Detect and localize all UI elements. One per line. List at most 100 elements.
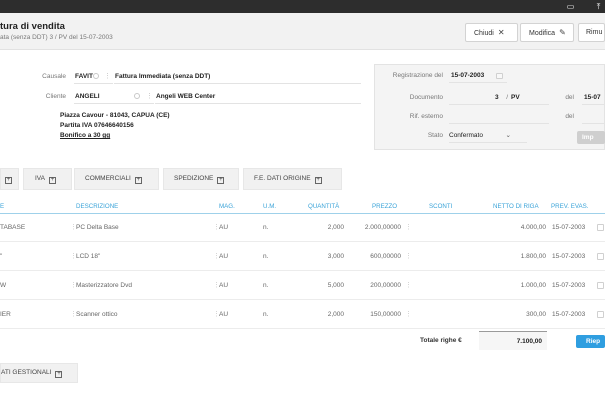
cell-mag: AU <box>219 253 229 260</box>
close-button-label: Chiudi <box>474 30 494 37</box>
search-icon[interactable] <box>93 73 99 79</box>
cliente-code[interactable]: ANGELI <box>75 93 100 100</box>
document-panel: Registrazione del 15-07-2003 Documento 3… <box>374 64 605 150</box>
registrazione-date[interactable]: 15-07-2003 <box>451 72 484 79</box>
cell-um: n. <box>263 224 269 231</box>
column-descrizione[interactable]: DESCRIZIONE <box>76 203 118 210</box>
tab-commerciali-label: COMMERCIALI <box>85 175 131 182</box>
cell-prezzo: 2.000,00000 <box>364 224 401 231</box>
table-row[interactable]: IER ⋮ Scanner ottico ⋮ AU n. 2,000 150,0… <box>0 301 605 329</box>
tab-spedizione-label: SPEDIZIONE <box>174 175 214 182</box>
imp-button[interactable]: Imp <box>577 131 605 144</box>
table-row[interactable]: TABASE ⋮ PC Delta Base ⋮ AU n. 2,000 2.0… <box>0 214 605 242</box>
documento-del-label: del <box>565 94 574 101</box>
cell-um: n. <box>263 282 269 289</box>
column-quantita[interactable]: QUANTITÀ <box>308 203 339 210</box>
plus-icon: + <box>55 371 63 378</box>
cell-separator: ⋮ <box>405 282 412 289</box>
calendar-icon[interactable] <box>597 253 604 260</box>
plus-icon: + <box>217 177 225 184</box>
column-mag[interactable]: MAG. <box>219 203 235 210</box>
tab-iva[interactable]: IVA + <box>23 168 72 190</box>
window-icon[interactable]: ▭ <box>566 2 575 11</box>
cell-quantita: 2,000 <box>327 311 344 318</box>
tab-commerciali[interactable]: COMMERCIALI + <box>74 168 159 190</box>
close-icon: ✕ <box>497 28 505 37</box>
total-label: Totale righe € <box>420 337 462 344</box>
vat-number: Partita IVA 07646640156 <box>60 122 134 129</box>
edit-button[interactable]: Modifica ✎ <box>520 23 574 42</box>
plus-icon: + <box>314 177 322 184</box>
cell-um: n. <box>263 311 269 318</box>
rif-esterno-field[interactable] <box>449 123 549 124</box>
plus-icon: + <box>49 177 56 184</box>
calendar-icon[interactable] <box>597 282 604 289</box>
rif-esterno-label: Rif. esterno <box>409 113 443 120</box>
causale-desc-underline <box>114 83 361 84</box>
column-sconti[interactable]: SCONTI <box>429 203 452 210</box>
page-title: tura di vendita <box>0 21 65 32</box>
rif-del-label: del <box>565 113 574 120</box>
column-netto[interactable]: NETTO DI RIGA <box>493 203 539 210</box>
calendar-icon[interactable] <box>597 311 604 318</box>
table-row[interactable]: W ⋮ Masterizzatore Dvd ⋮ AU n. 5,000 200… <box>0 272 605 300</box>
cell-mag: AU <box>219 311 229 318</box>
stato-label: Stato <box>427 132 443 139</box>
total-value: 7.100,00 <box>479 331 547 350</box>
cell-quantita: 5,000 <box>327 282 344 289</box>
chevron-down-icon[interactable]: ⌄ <box>503 131 511 139</box>
cell-netto: 1.000,00 <box>520 282 546 289</box>
dati-gestionali-label: ATI GESTIONALI <box>1 369 52 376</box>
cell-prev-evas: 15-07-2003 <box>552 224 586 231</box>
cell-prev-evas: 15-07-2003 <box>552 253 586 260</box>
cell-prezzo: 150,00000 <box>370 311 401 318</box>
cell-separator: ⋮ <box>405 253 412 260</box>
close-button[interactable]: Chiudi ✕ <box>465 23 518 42</box>
column-prev-evas[interactable]: PREV. EVAS. <box>551 203 589 210</box>
cell-separator: ⋮ <box>405 224 412 231</box>
cell-codice: TABASE <box>0 224 26 231</box>
cell-um: n. <box>263 253 269 260</box>
cell-netto: 300,00 <box>526 311 546 318</box>
cell-descrizione: Masterizzatore Dvd <box>76 282 132 289</box>
cell-codice: IER <box>0 311 11 318</box>
tab-spedizione[interactable]: SPEDIZIONE + <box>163 168 239 190</box>
riepilogo-button[interactable]: Riep <box>576 335 605 348</box>
cell-mag: AU <box>219 224 229 231</box>
remove-button-label: Rimu <box>586 29 603 36</box>
calendar-icon[interactable] <box>496 73 503 79</box>
cell-quantita: 2,000 <box>327 224 344 231</box>
registrazione-underline <box>449 82 507 83</box>
documento-label: Documento <box>409 94 443 101</box>
documento-date-underline <box>582 104 605 105</box>
documento-series[interactable]: PV <box>511 94 520 101</box>
tab-main[interactable]: + <box>0 168 19 190</box>
causale-code[interactable]: FAVIT <box>75 73 93 80</box>
documento-slash: / <box>506 94 508 101</box>
column-um[interactable]: U.M. <box>263 203 276 210</box>
tab-dati-gestionali[interactable]: ATI GESTIONALI + <box>0 363 78 383</box>
documento-number[interactable]: 3 <box>495 94 499 101</box>
field-separator: ⋮ <box>146 93 153 100</box>
cell-descrizione: Scanner ottico <box>76 311 118 318</box>
tab-fe-dati-origine[interactable]: F.E. DATI ORIGINE + <box>243 168 342 190</box>
plus-icon: + <box>5 177 12 184</box>
cell-prezzo: 600,00000 <box>370 253 401 260</box>
payment-terms[interactable]: Bonifico a 30 gg <box>60 132 110 139</box>
cell-codice: " <box>0 253 3 260</box>
table-row[interactable]: " ⋮ LCD 18" ⋮ AU n. 3,000 600,00000 ⋮ 1.… <box>0 243 605 271</box>
column-codice[interactable]: E <box>0 203 4 210</box>
stato-select[interactable]: Confermato <box>449 132 483 139</box>
cell-codice: W <box>0 282 7 289</box>
calendar-icon[interactable] <box>597 224 604 231</box>
documento-date[interactable]: 15-07 <box>584 94 601 101</box>
column-prezzo[interactable]: PREZZO <box>372 203 397 210</box>
upload-icon[interactable]: ⤒ <box>594 2 603 11</box>
cell-prev-evas: 15-07-2003 <box>552 282 586 289</box>
search-icon[interactable] <box>134 93 140 99</box>
rif-date-field[interactable] <box>582 123 605 124</box>
tab-fe-label: F.E. DATI ORIGINE <box>254 175 311 182</box>
cell-netto: 4.000,00 <box>520 224 546 231</box>
remove-button[interactable]: Rimu <box>578 23 605 42</box>
plus-icon: + <box>134 177 142 184</box>
